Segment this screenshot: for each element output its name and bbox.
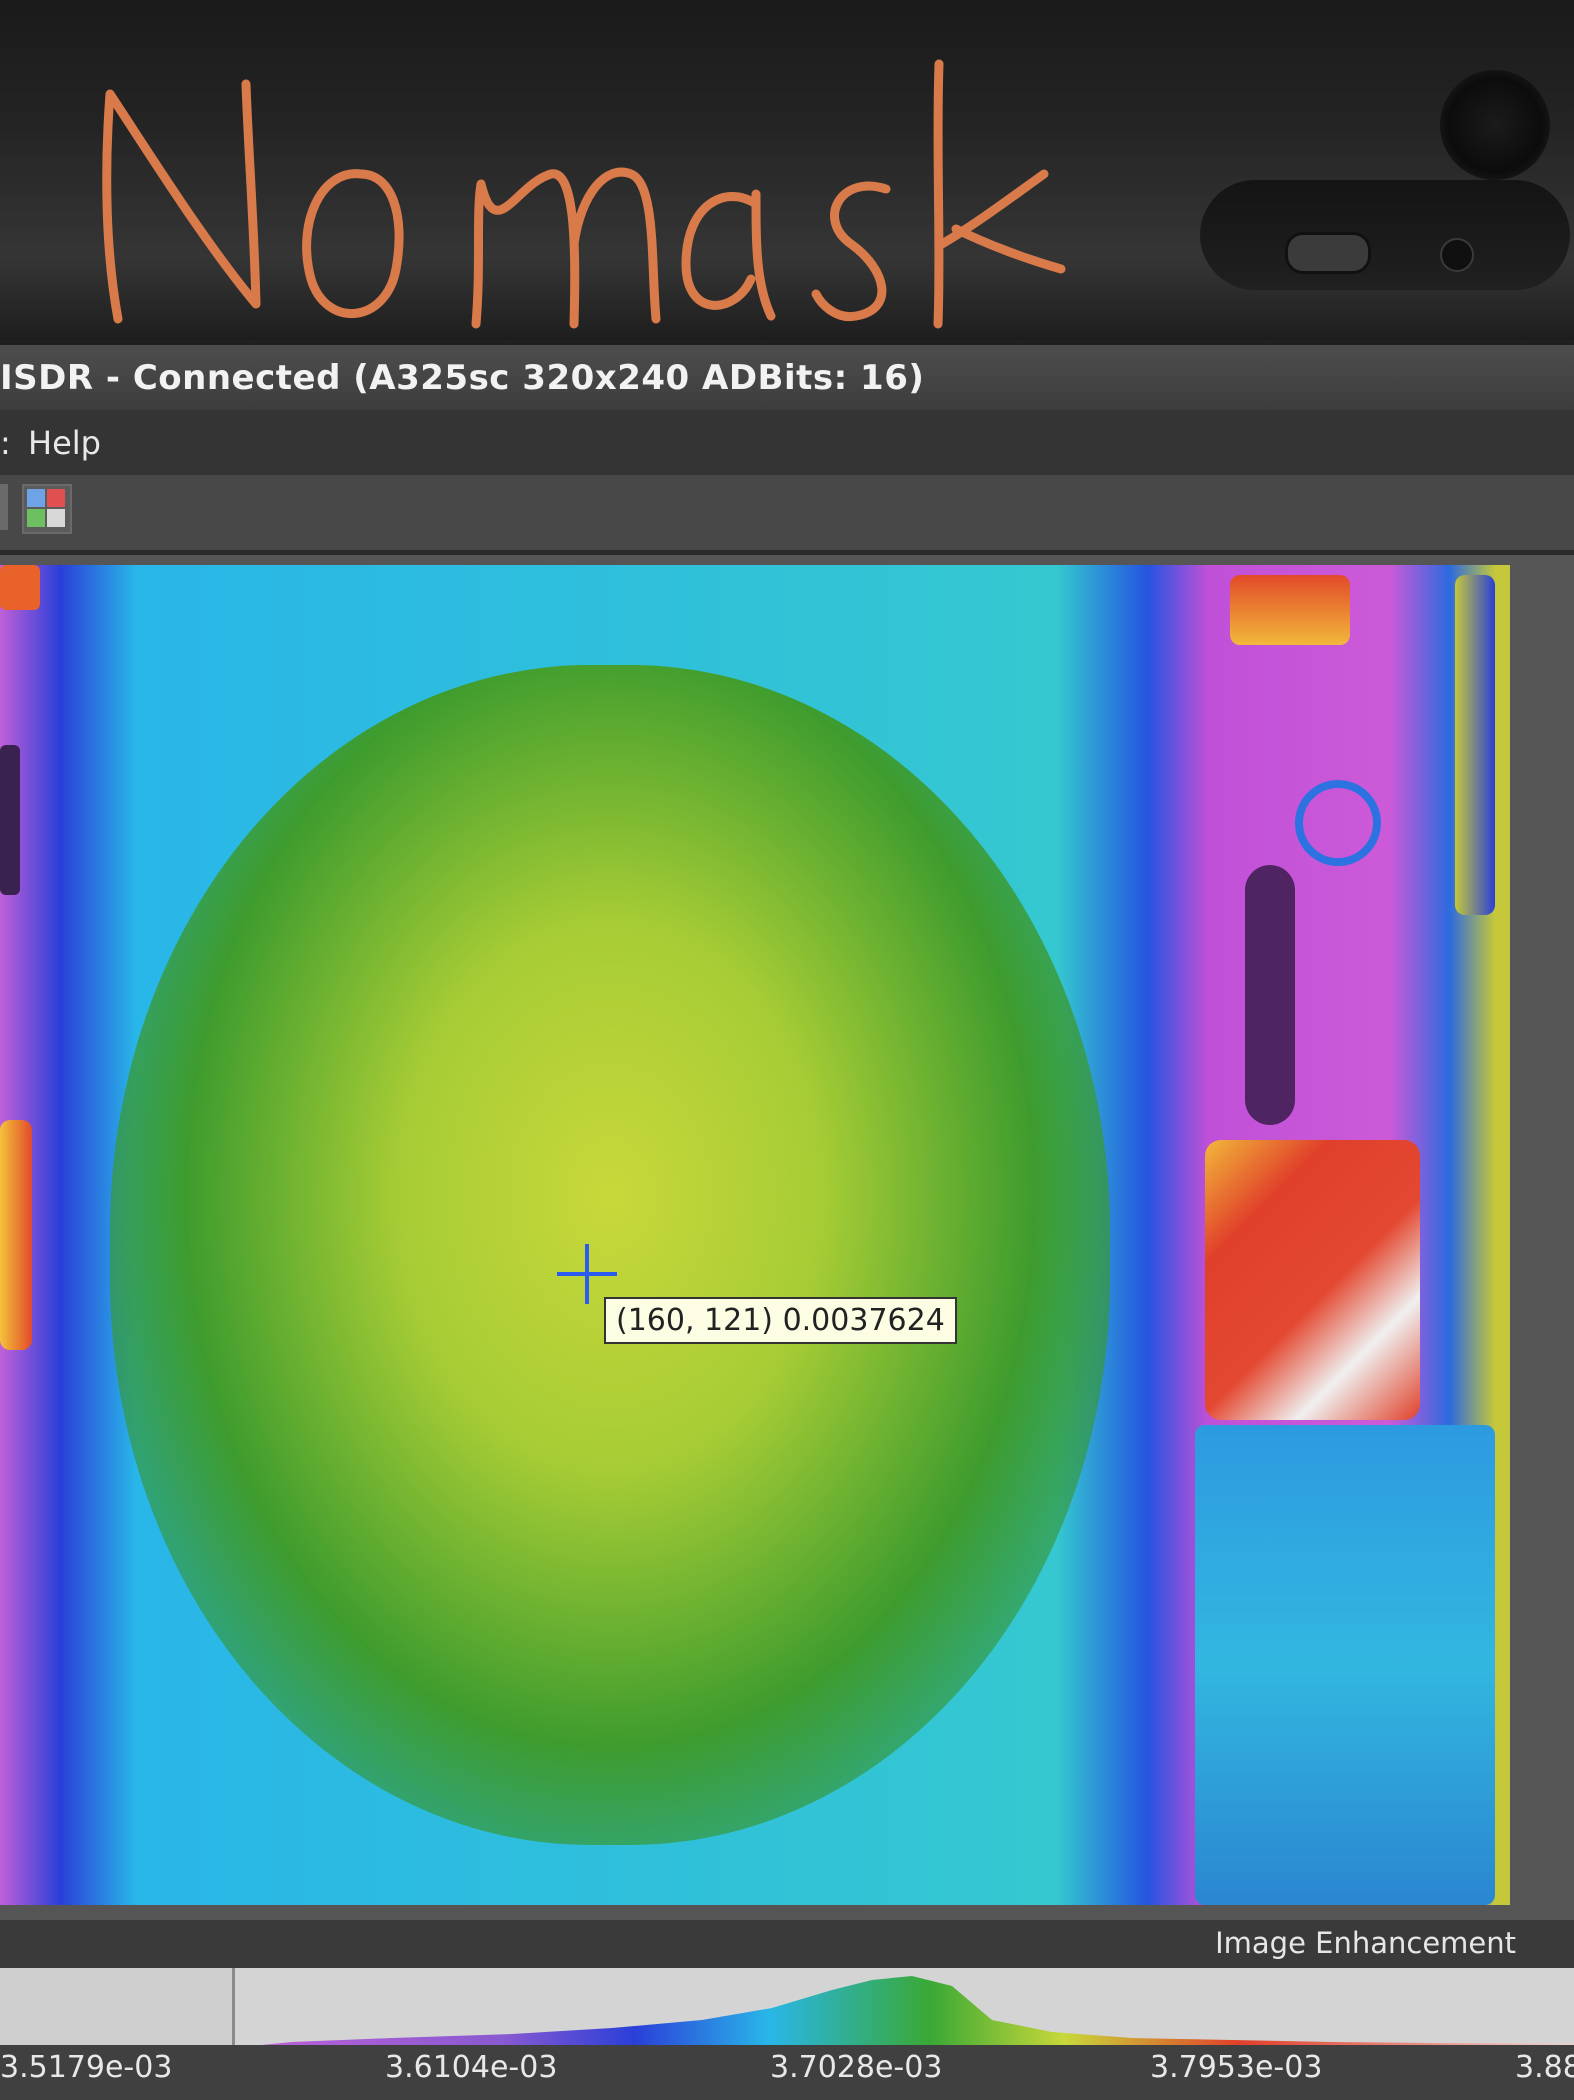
sensor-bar — [1200, 180, 1570, 290]
webcam-lens-icon — [1285, 232, 1371, 274]
histogram-tick-label: 3.7953e-03 — [1150, 2050, 1323, 2085]
cursor-crosshair-icon — [557, 1244, 617, 1304]
toolbar-icon[interactable] — [0, 484, 8, 530]
image-enhancement-label[interactable]: Image Enhancement — [1215, 1926, 1516, 1960]
pixel-value-tooltip: (160, 121) 0.0037624 — [604, 1297, 957, 1344]
histogram-tick-label: 3.88 — [1515, 2050, 1574, 2085]
histogram-chart[interactable] — [232, 1968, 1574, 2048]
histogram-tick-label: 3.5179e-03 — [0, 2050, 173, 2085]
histogram-tick-label: 3.6104e-03 — [385, 2050, 558, 2085]
webcam-cover — [1440, 70, 1550, 180]
thermal-image[interactable] — [0, 565, 1510, 1905]
handwritten-annotation — [96, 54, 1236, 344]
menu-item-partial[interactable]: : — [0, 424, 11, 462]
webcam-dot-icon — [1440, 238, 1474, 272]
tooltip-pixel: (160, 121) — [616, 1303, 774, 1338]
histogram-side-panel — [0, 1968, 235, 2048]
tooltip-value: 0.0037624 — [782, 1303, 945, 1338]
histogram-tick-label: 3.7028e-03 — [770, 2050, 943, 2085]
menu-bar — [0, 410, 1574, 475]
image-compare-icon[interactable] — [22, 484, 72, 534]
menu-item-help[interactable]: Help — [28, 424, 101, 462]
toolbar — [0, 475, 1574, 553]
window-title: ISDR - Connected (A325sc 320x240 ADBits:… — [0, 358, 925, 398]
